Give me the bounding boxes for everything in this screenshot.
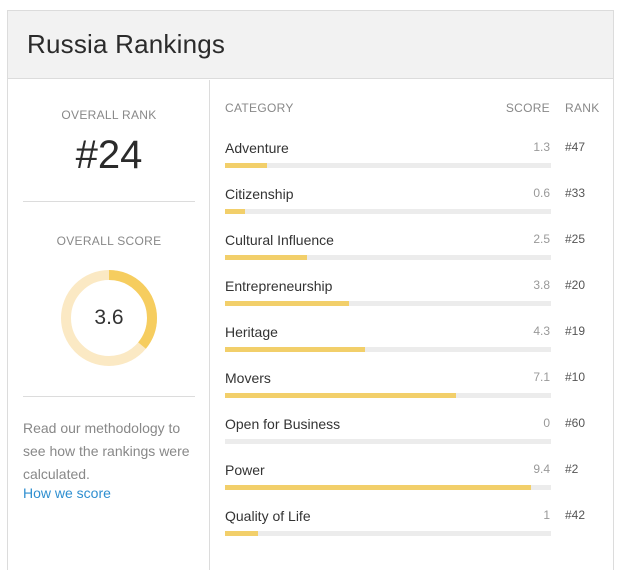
category-score: 1: [543, 508, 550, 522]
category-rank: #42: [565, 508, 586, 522]
overall-panel: OVERALL RANK #24 OVERALL SCORE 3.6 Read …: [8, 80, 210, 570]
overall-rank-value: #24: [75, 133, 143, 177]
score-bar-track: [225, 255, 551, 260]
category-rank: #10: [565, 370, 586, 384]
category-row-quality-of-life: Quality of Life 1 #42: [211, 508, 613, 554]
rank-column-header: RANK: [565, 101, 600, 115]
category-score: 0: [543, 416, 550, 430]
divider: [23, 201, 195, 202]
category-row-cultural-influence: Cultural Influence 2.5 #25: [211, 232, 613, 278]
score-bar-track: [225, 301, 551, 306]
category-score: 7.1: [533, 370, 550, 384]
category-rank: #25: [565, 232, 586, 246]
score-bar-fill: [225, 393, 456, 398]
category-rank: #33: [565, 186, 586, 200]
category-rank: #2: [565, 462, 579, 476]
category-row-power: Power 9.4 #2: [211, 462, 613, 508]
category-rank: #60: [565, 416, 586, 430]
overall-rank-label: OVERALL RANK: [61, 108, 157, 122]
score-bar-track: [225, 485, 551, 490]
score-bar-track: [225, 531, 551, 536]
category-row-citizenship: Citizenship 0.6 #33: [211, 186, 613, 232]
category-score: 3.8: [533, 278, 550, 292]
overall-score-gauge: 3.6: [60, 269, 158, 367]
category-name: Movers: [225, 370, 271, 386]
overall-score-label: OVERALL SCORE: [56, 234, 162, 248]
category-name: Citizenship: [225, 186, 294, 202]
category-rank: #19: [565, 324, 586, 338]
category-score: 4.3: [533, 324, 550, 338]
divider: [23, 396, 195, 397]
category-name: Open for Business: [225, 416, 341, 432]
category-score: 0.6: [533, 186, 550, 200]
score-bar-fill: [225, 209, 245, 214]
category-rank: #20: [565, 278, 586, 292]
category-row-entrepreneurship: Entrepreneurship 3.8 #20: [211, 278, 613, 324]
overall-score-value: 3.6: [94, 306, 124, 329]
methodology-text: Read our methodology to see how the rank…: [23, 420, 190, 482]
score-bar-fill: [225, 163, 267, 168]
score-bar-track: [225, 209, 551, 214]
category-row-heritage: Heritage 4.3 #19: [211, 324, 613, 370]
category-row-open-for-business: Open for Business 0 #60: [211, 416, 613, 462]
rankings-card: Russia Rankings OVERALL RANK #24 OVERALL…: [7, 10, 614, 570]
score-bar-fill: [225, 485, 531, 490]
how-we-score-link[interactable]: How we score: [23, 485, 111, 501]
score-column-header: SCORE: [505, 101, 550, 115]
category-name: Adventure: [225, 140, 289, 156]
score-bar-fill: [225, 301, 349, 306]
category-score: 9.4: [533, 462, 550, 476]
score-bar-fill: [225, 531, 258, 536]
category-score: 2.5: [533, 232, 550, 246]
score-bar-fill: [225, 255, 307, 260]
score-bar-track: [225, 393, 551, 398]
page-title: Russia Rankings: [27, 29, 226, 59]
category-rank: #47: [565, 140, 586, 154]
category-row-movers: Movers 7.1 #10: [211, 370, 613, 416]
category-score: 1.3: [533, 140, 550, 154]
score-bar-track: [225, 163, 551, 168]
category-name: Heritage: [225, 324, 278, 340]
category-name: Cultural Influence: [225, 232, 334, 248]
score-bar-track: [225, 439, 551, 444]
card-header: Russia Rankings: [8, 11, 613, 79]
score-bar-fill: [225, 347, 365, 352]
category-name: Power: [225, 462, 265, 478]
category-column-header: CATEGORY: [225, 101, 294, 115]
category-name: Entrepreneurship: [225, 278, 333, 294]
category-table: CATEGORY SCORE RANK Adventure 1.3 #47 Ci…: [211, 80, 613, 570]
category-row-adventure: Adventure 1.3 #47: [211, 140, 613, 186]
category-name: Quality of Life: [225, 508, 311, 524]
score-bar-track: [225, 347, 551, 352]
